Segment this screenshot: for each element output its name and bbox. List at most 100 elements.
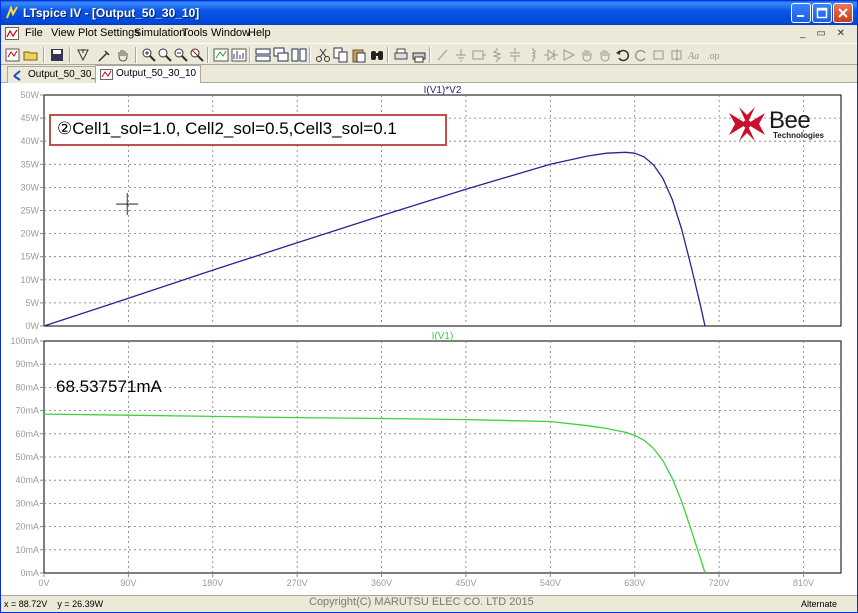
tile-horizontal-icon[interactable] [255,47,271,63]
inductor-icon [531,48,536,62]
menu-tools[interactable]: Tools [182,27,208,39]
current-y-tick-label: 20mA [15,522,39,532]
paste-icon[interactable] [351,47,367,63]
waveform-plot[interactable]: 0W5W10W15W20W25W30W35W40W45W50W I(V1)*V2 … [1,83,857,595]
toolbar-separator [249,47,251,63]
close-button[interactable] [833,3,853,23]
resistor-icon [492,48,502,62]
minimize-button[interactable] [791,3,811,23]
maximize-button[interactable] [812,3,832,23]
power-y-tick-label: 15W [20,252,39,262]
menu-help[interactable]: Help [248,27,271,39]
tab-label: Output_50_30_10 [116,68,197,79]
annotation-box: ②Cell1_sol=1.0, Cell2_sol=0.5,Cell3_sol=… [49,114,447,146]
current-trace-label[interactable]: I(V1) [432,331,454,342]
x-tick-label: 540V [540,578,561,588]
current-y-tick-label: 80mA [15,382,39,392]
fft-icon[interactable] [231,47,247,63]
y-readout: y = 26.39W [57,599,104,609]
zoom-cancel-icon[interactable] [189,47,205,63]
waveform-tab-icon [100,69,113,80]
x-tick-label: 720V [709,578,730,588]
x-tick-label: 630V [624,578,645,588]
status-bar: x = 88.72V y = 26.39W Copyright(C) MARUT… [1,595,857,612]
cascade-icon[interactable] [273,47,289,63]
move-icon [582,50,592,62]
current-y-tick-label: 60mA [15,429,39,439]
mode-indicator: Alternate [800,599,837,609]
minimize-icon [797,15,804,17]
rotate-icon [653,50,664,60]
tab-waveform[interactable]: Output_50_30_10 [95,65,202,83]
window-title: LTspice IV - [Output_50_30_10] [23,6,200,20]
run-icon[interactable] [75,47,91,63]
x-tick-label: 450V [455,578,476,588]
zoom-out-icon[interactable] [173,47,189,63]
menu-view[interactable]: View [51,27,75,39]
copyright-text: Copyright(C) MARUTSU ELEC CO. LTD 2015 [309,596,534,608]
spice-directive-icon: .op [707,51,720,61]
text-icon: Aa [687,51,699,62]
power-y-tick-label: 5W [26,298,40,308]
toolbar-separator [135,47,137,63]
waveform-doc-icon[interactable] [5,27,19,40]
autorange-icon[interactable] [213,47,229,63]
current-plot-frame [43,340,842,574]
ground-icon [456,49,466,62]
toolbar-separator [69,47,71,63]
current-y-tick-label: 50mA [15,452,39,462]
logo-subtitle: Technologies [773,131,824,140]
copy-icon[interactable] [333,47,349,63]
menu-window[interactable]: Window [211,27,250,39]
zoom-in-icon[interactable] [141,47,157,63]
menu-file[interactable]: File [25,27,43,39]
zoom-area-icon[interactable] [157,47,173,63]
power-trace-label[interactable]: I(V1)*V2 [424,85,462,96]
current-y-tick-label: 70mA [15,406,39,416]
ltspice-app-icon [6,6,18,19]
mirror-icon [671,49,682,61]
print-setup-icon[interactable] [393,47,409,63]
power-y-tick-label: 0W [26,321,40,331]
schematic-tab-icon [13,70,21,81]
tile-vertical-icon[interactable] [291,47,307,63]
current-plot-pane[interactable]: 0mA 10mA 20mA 30mA 40mA 50mA 60mA 70mA 80mA 90mA 1… [10,331,842,588]
toolbar: Aa .op [1,43,857,65]
menu-bar: File View Plot Settings Simulation Tools… [1,25,857,43]
toolbar-separator [309,47,311,63]
toolbar-separator [429,47,431,63]
power-y-tick-label: 10W [20,275,39,285]
schematic-icon[interactable] [5,47,21,63]
waveform-viewer[interactable]: 0W 5W 10W 15W 20W 25W 30W 35W 40W 45W 50W I(V1)*V2 … [1,83,857,595]
bee-technologies-logo: Bee Technologies [725,105,837,143]
undo-icon[interactable] [615,47,631,63]
save-icon[interactable] [49,47,65,63]
current-value-label: 68.537571mA [56,377,162,396]
x-readout: x = 88.72V [4,599,48,609]
hand-icon[interactable] [115,47,131,63]
diode-icon [544,48,558,62]
wire-icon[interactable] [97,47,113,63]
app-window: LTspice IV - [Output_50_30_10] File View… [0,0,858,613]
menu-plot-settings[interactable]: Plot Settings [78,27,140,39]
label-icon [472,50,486,60]
x-tick-label: 360V [371,578,392,588]
toolbar-separator [43,47,45,63]
power-y-tick-label: 30W [20,182,39,192]
current-y-tick-label: 100mA [10,336,39,346]
open-icon[interactable] [23,47,39,63]
print-icon[interactable] [411,47,427,63]
toolbar-separator [207,47,209,63]
x-tick-label: 270V [287,578,308,588]
cursor-readout: x = 88.72V y = 26.39W [4,599,103,609]
title-bar[interactable]: LTspice IV - [Output_50_30_10] [1,1,857,25]
drag-icon [600,50,610,62]
close-icon [838,8,848,18]
find-icon[interactable] [369,47,385,63]
power-y-tick-label: 40W [20,136,39,146]
cut-icon[interactable] [315,47,331,63]
current-y-tick-label: 30mA [15,498,39,508]
power-y-tick-label: 50W [20,90,39,100]
mdi-window-controls[interactable]: _ ▭ ✕ [800,28,849,39]
menu-simulation[interactable]: Simulation [134,27,185,39]
